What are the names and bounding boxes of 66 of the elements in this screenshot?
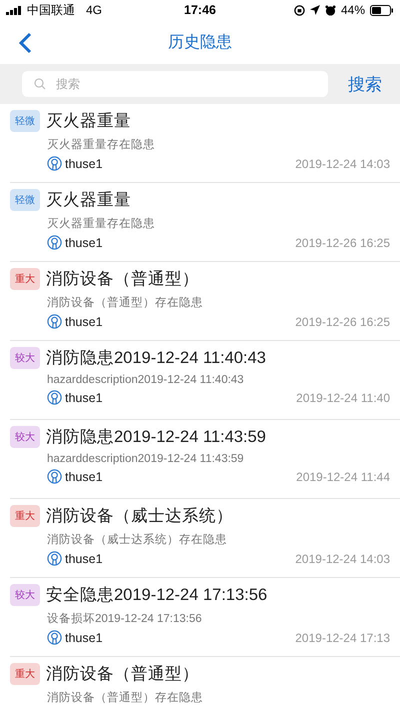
battery-percent: 44%: [340, 3, 366, 17]
user-name: thuse1: [65, 314, 103, 328]
back-icon: [18, 32, 32, 54]
hazard-row[interactable]: 轻微 灭火器重量 灭火器重量存在隐患 thuse1 2019-12-26 16:25: [10, 183, 400, 262]
severity-tag: 轻微: [10, 110, 40, 132]
hazard-description: 消防设备（普通型）存在隐患: [47, 690, 204, 705]
location-icon: [310, 5, 320, 15]
hazard-description: hazarddescription2019-12-24 11:40:43: [47, 374, 245, 386]
user-icon: [47, 156, 62, 171]
carrier-name: 中国联通: [27, 2, 75, 18]
report-time: 2019-12-24 14:03: [295, 552, 390, 566]
hazard-description: 设备损坏2019-12-24 17:13:56: [47, 612, 203, 626]
hazard-row[interactable]: 重大 消防设备（普通型） 消防设备（普通型）存在隐患: [10, 657, 400, 710]
signal-icon: [6, 6, 22, 14]
hazard-description: 消防设备（普通型）存在隐患: [47, 295, 204, 310]
severity-tag: 较大: [10, 584, 40, 606]
hazard-description: 灭火器重量存在隐患: [47, 138, 156, 152]
hazard-row[interactable]: 较大 安全隐患2019-12-24 17:13:56 设备损坏2019-12-24 17:13:56 thuse1 2019-12-24 17:13: [10, 578, 400, 657]
user-name: thuse1: [65, 390, 103, 404]
report-time: 2019-12-26 16:25: [295, 236, 390, 250]
report-time: 2019-12-24 17:13: [295, 630, 390, 644]
hazard-description: 消防设备（威士达系统）存在隐患: [47, 532, 228, 547]
hazard-row[interactable]: 重大 消防设备（普通型） 消防设备（普通型）存在隐患 thuse1 2019-12-26 16:25: [10, 262, 400, 341]
battery-icon: [370, 4, 394, 16]
user-icon: [47, 630, 62, 645]
search-field[interactable]: 搜索: [22, 71, 328, 97]
search-icon: [34, 78, 46, 90]
user-name: thuse1: [65, 156, 103, 170]
hazard-row[interactable]: 重大 消防设备（威士达系统） 消防设备（威士达系统）存在隐患 thuse1 2019-12-24 14:03: [10, 499, 400, 578]
alarm-icon: [324, 4, 336, 16]
hazard-title: 灭火器重量: [46, 111, 131, 132]
hazard-row[interactable]: 较大 消防隐患2019-12-24 11:43:59 hazarddescription2019-12-24 11:43:59 thuse1 2019-12-24 11:44: [10, 420, 400, 499]
report-time: 2019-12-26 16:25: [295, 314, 390, 328]
severity-tag: 较大: [10, 426, 40, 448]
severity-tag: 重大: [10, 505, 40, 527]
hazard-title: 消防隐患2019-12-24 11:40:43: [46, 348, 266, 369]
hazard-title: 消防设备（普通型）: [46, 268, 199, 290]
hazard-title: 安全隐患2019-12-24 17:13:56: [46, 585, 268, 606]
user-name: thuse1: [65, 470, 103, 484]
hazard-row[interactable]: 较大 消防隐患2019-12-24 11:40:43 hazarddescription2019-12-24 11:40:43 thuse1 2019-12-24 11:40: [10, 341, 400, 420]
hazard-description: 灭火器重量存在隐患: [47, 216, 156, 231]
user-icon: [47, 314, 62, 329]
severity-tag: 较大: [10, 347, 40, 369]
severity-tag: 重大: [10, 268, 40, 290]
user-name: thuse1: [65, 236, 103, 250]
search-button[interactable]: 搜索: [340, 72, 390, 96]
user-icon: [47, 551, 62, 566]
user-name: thuse1: [65, 552, 103, 566]
hazard-row[interactable]: 轻微 灭火器重量 灭火器重量存在隐患 thuse1 2019-12-24 14:03: [10, 104, 400, 183]
page-title: 历史隐患: [168, 32, 232, 52]
clock: 17:46: [184, 3, 216, 17]
report-time: 2019-12-24 14:03: [295, 156, 390, 170]
user-icon: [47, 390, 62, 405]
severity-tag: 重大: [10, 663, 40, 685]
report-time: 2019-12-24 11:40: [296, 390, 390, 404]
user-icon: [47, 469, 62, 484]
hazard-title: 灭火器重量: [46, 190, 131, 211]
report-time: 2019-12-24 11:44: [296, 470, 390, 484]
user-icon: [47, 235, 62, 250]
network-type: 4G: [86, 3, 102, 17]
severity-tag: 轻微: [10, 189, 40, 211]
user-name: thuse1: [65, 630, 103, 644]
hazard-description: hazarddescription2019-12-24 11:43:59: [47, 453, 245, 465]
hazard-title: 消防设备（威士达系统）: [46, 506, 233, 527]
hazard-title: 消防设备（普通型）: [46, 664, 199, 685]
hazard-title: 消防隐患2019-12-24 11:43:59: [46, 427, 266, 448]
